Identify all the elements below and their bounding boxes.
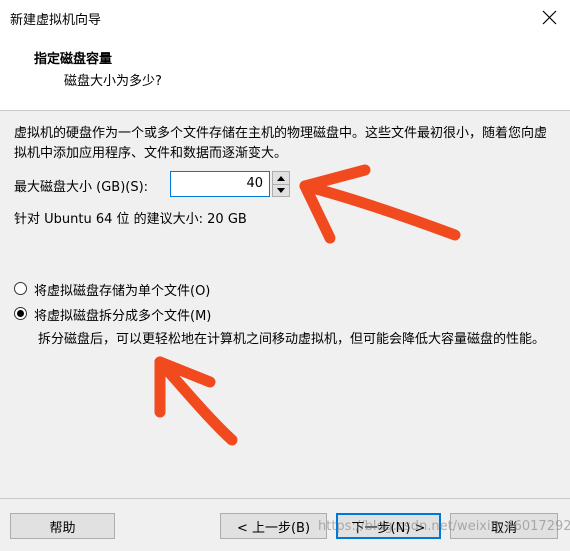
spin-down-button[interactable] [273, 184, 289, 196]
close-button[interactable] [532, 0, 568, 36]
chevron-up-icon [277, 175, 285, 181]
disk-size-input[interactable]: 40 [170, 171, 270, 197]
disk-description: 虚拟机的硬盘作为一个或多个文件存储在主机的物理磁盘中。这些文件最初很小，随着您向… [14, 126, 548, 161]
page-title: 指定磁盘容量 [34, 52, 113, 67]
split-files-label[interactable]: 将虚拟磁盘拆分成多个文件(M) [34, 305, 211, 324]
cancel-button[interactable]: 取消 [450, 513, 558, 539]
arrow-shaft-bottom [154, 356, 238, 446]
close-icon [542, 10, 557, 25]
recommended-size-text: 针对 Ubuntu 64 位 的建议大小: 20 GB [14, 212, 247, 227]
arrow-head-bottom [154, 356, 216, 418]
arrow-head-top [299, 164, 371, 244]
disk-size-spinner[interactable] [272, 171, 290, 197]
back-button[interactable]: < 上一步(B) [220, 513, 327, 539]
page-subtitle: 磁盘大小为多少? [64, 74, 162, 89]
disk-size-label: 最大磁盘大小 (GB)(S): [14, 180, 149, 195]
next-button[interactable]: 下一步(N) > [336, 513, 441, 539]
split-files-radio[interactable] [14, 307, 27, 320]
wizard-header: 指定磁盘容量 磁盘大小为多少? [0, 36, 570, 111]
window-title: 新建虚拟机向导 [10, 13, 102, 28]
help-button[interactable]: 帮助 [10, 513, 115, 539]
arrow-shaft-top [299, 180, 461, 241]
single-file-radio[interactable] [14, 282, 27, 295]
single-file-label[interactable]: 将虚拟磁盘存储为单个文件(O) [34, 280, 210, 299]
split-files-description: 拆分磁盘后，可以更轻松地在计算机之间移动虚拟机，但可能会降低大容量磁盘的性能。 [38, 332, 546, 347]
chevron-down-icon [277, 187, 285, 193]
